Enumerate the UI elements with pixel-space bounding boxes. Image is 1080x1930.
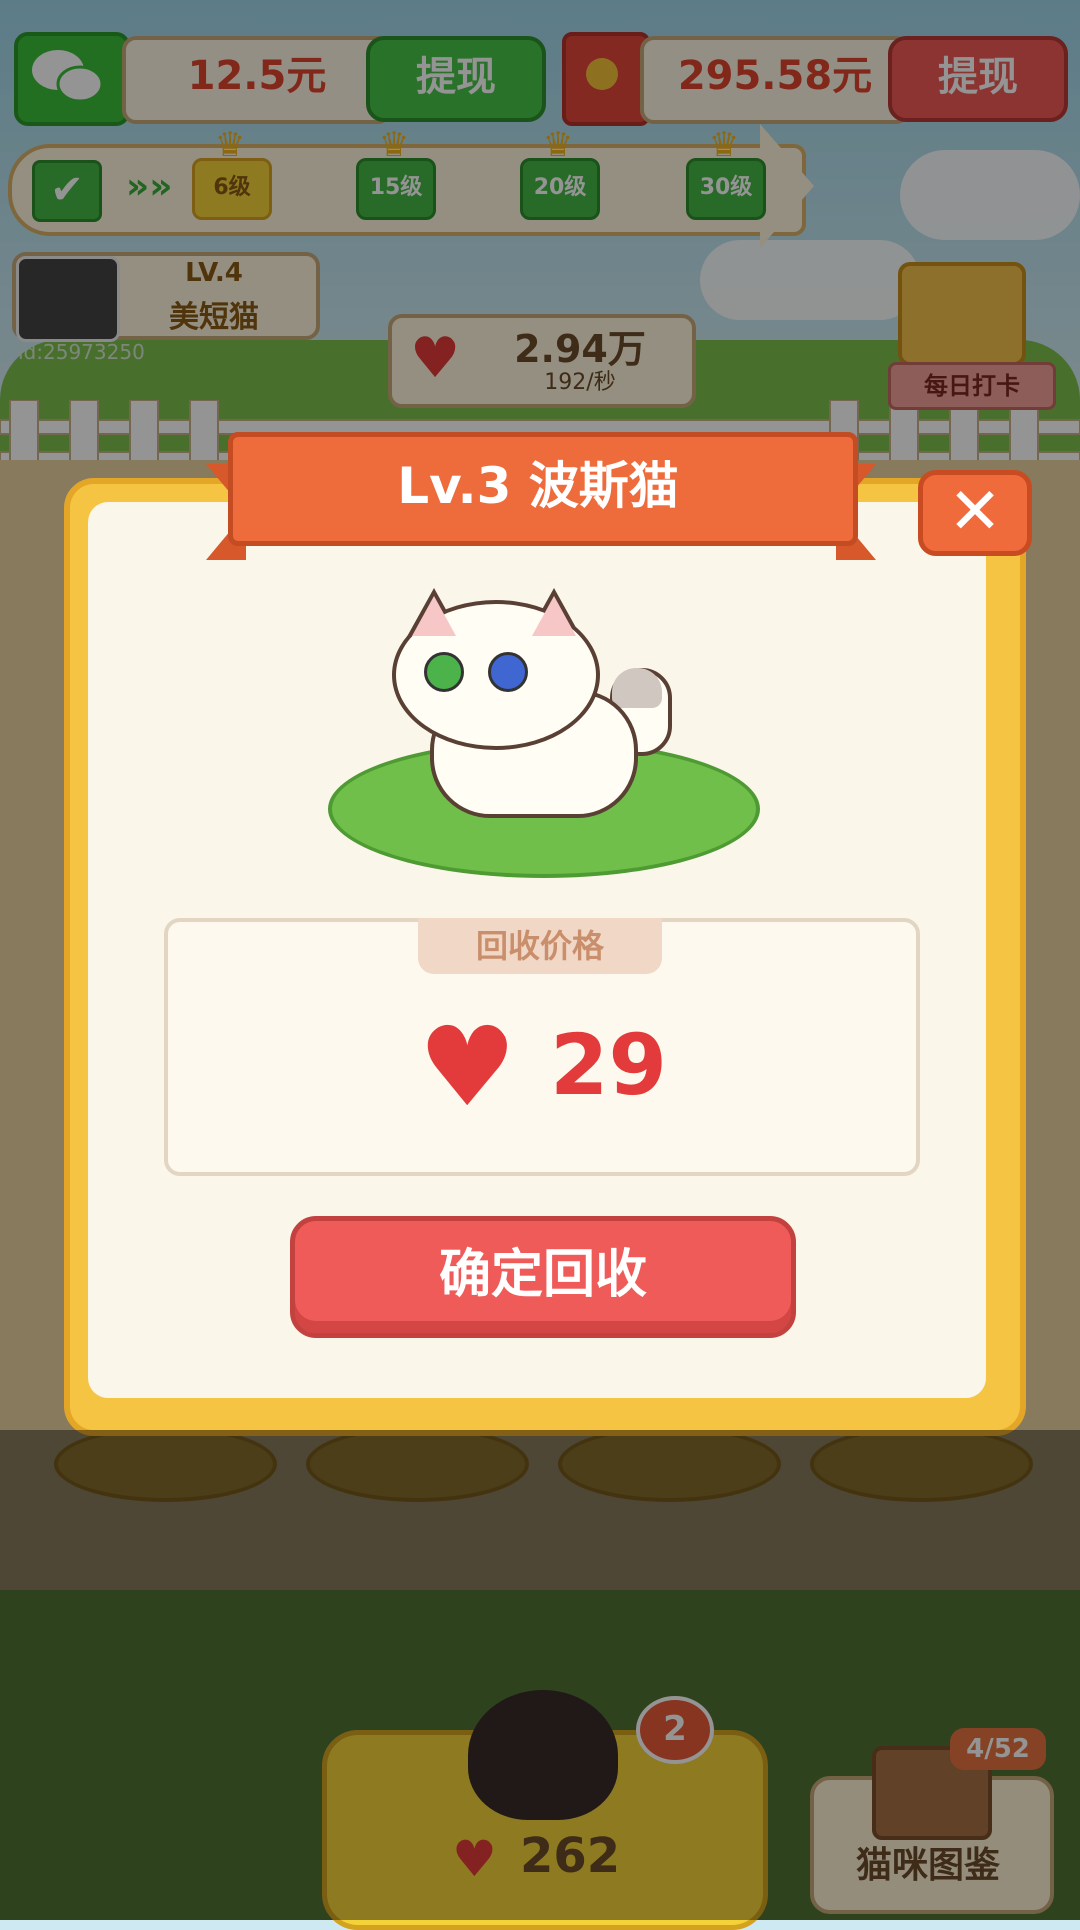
- buy-count-badge: 2: [636, 1696, 714, 1764]
- album-progress: 4/52: [950, 1728, 1046, 1770]
- heart-icon: ♥: [452, 1830, 497, 1888]
- confirm-recycle-button[interactable]: 确定回收: [290, 1216, 796, 1338]
- heart-icon: ♥: [418, 1003, 517, 1131]
- dialog-title: Lv.3 波斯猫: [397, 457, 679, 515]
- buy-price: 262: [520, 1828, 621, 1884]
- black-cat-icon: [468, 1690, 618, 1820]
- cat-eye-green: [424, 652, 464, 692]
- close-button[interactable]: ✕: [918, 470, 1032, 556]
- cat-eye-blue: [488, 652, 528, 692]
- price-label: 回收价格: [418, 918, 662, 974]
- album-label: 猫咪图鉴: [855, 1845, 1000, 1886]
- cat-ear-inner: [532, 596, 576, 636]
- cat-tail-tip: [612, 668, 662, 708]
- cat-ear-inner: [412, 596, 456, 636]
- recycle-price-value: 29: [550, 1016, 667, 1114]
- close-icon: ✕: [948, 475, 1002, 549]
